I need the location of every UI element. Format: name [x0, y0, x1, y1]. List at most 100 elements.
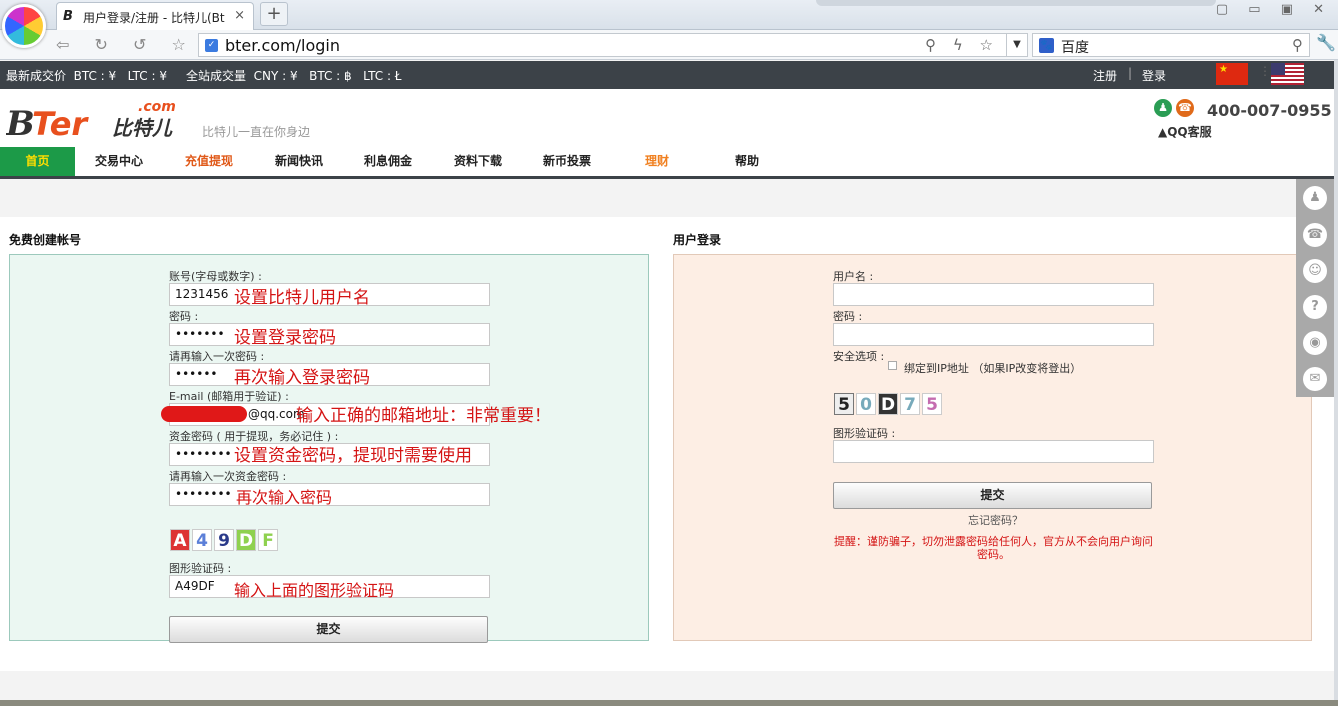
qq-service-link[interactable]: ▲QQ客服	[1158, 123, 1212, 140]
login-captcha-image[interactable]: 50D75	[834, 393, 944, 415]
price-ticker: 最新成交价 BTC : ¥ LTC : ¥ 全站成交量 CNY : ¥ BTC …	[0, 61, 1334, 89]
menu-item-news[interactable]: 新闻快讯	[262, 147, 336, 176]
login-password-label: 密码 :	[833, 310, 863, 323]
logo-cn: 比特儿	[112, 116, 173, 140]
captcha-label: 图形验证码 :	[169, 562, 232, 575]
flag-separator: ⋮	[1259, 64, 1271, 78]
login-form: 用户名 : 密码 : 安全选项 : 绑定到IP地址 （如果IP改变将登出） 50…	[673, 254, 1312, 641]
search-box[interactable]: 🐾 百度 ⚲	[1032, 33, 1310, 57]
password-annotation: 设置登录密码	[234, 328, 336, 348]
logo-com: .com	[138, 99, 176, 115]
captcha-char: 5	[834, 393, 854, 415]
fund-password2-annotation: 再次输入密码	[236, 488, 333, 507]
tabbar-decoration	[816, 0, 1216, 6]
main-content: 免费创建帐号 用户登录 账号(字母或数字) : 1231456 设置比特儿用户名…	[0, 217, 1334, 671]
captcha-char: F	[258, 529, 278, 551]
captcha-char: D	[236, 529, 256, 551]
password2-annotation: 再次输入登录密码	[234, 368, 370, 388]
login-password-input[interactable]	[833, 323, 1154, 346]
new-tab-button[interactable]: +	[260, 2, 288, 26]
email-annotation: 输入正确的邮箱地址：非常重要！	[296, 406, 551, 426]
support-icons: ♟ ☎	[1154, 99, 1198, 117]
account-label: 账号(字母或数字) :	[169, 270, 262, 283]
bind-ip-label: 绑定到IP地址 （如果IP改变将登出）	[904, 362, 1082, 375]
captcha-char: 7	[900, 393, 920, 415]
baidu-icon: 🐾	[1039, 38, 1054, 53]
qq-bell-icon[interactable]: ♟	[1154, 99, 1172, 117]
captcha-char: 5	[922, 393, 942, 415]
captcha-char: 9	[214, 529, 234, 551]
address-bar[interactable]: ✓ bter.com/login ⚲ ϟ ☆	[198, 33, 1008, 57]
menu-item-finance[interactable]: 理财	[620, 147, 694, 176]
login-captcha-label: 图形验证码 :	[833, 427, 896, 440]
phone-icon[interactable]: ☎	[1303, 223, 1327, 247]
china-flag-icon[interactable]	[1216, 63, 1248, 85]
register-title: 免费创建帐号	[9, 233, 82, 247]
shield-icon: ✓	[205, 39, 218, 52]
captcha-char: A	[170, 529, 190, 551]
fund-password-annotation: 设置资金密码，提现时需要使用	[234, 446, 472, 466]
register-link[interactable]: 注册	[1093, 67, 1117, 84]
wechat-icon[interactable]: ✉	[1303, 367, 1327, 391]
side-toolbar: ♟ ☎ ☺ ? ◉ ✉	[1296, 179, 1334, 397]
menu-item-vote[interactable]: 新币投票	[530, 147, 604, 176]
phone-icon[interactable]: ☎	[1176, 99, 1194, 117]
browser-tab-bar: B 用户登录/注册 - 比特儿(Bt × + ▢ ▭ ▣ ✕	[0, 0, 1338, 30]
captcha-annotation: 输入上面的图形验证码	[234, 581, 395, 600]
search-icon[interactable]: ⚲	[1292, 36, 1303, 54]
forgot-password-link[interactable]: 忘记密码？	[968, 512, 1023, 528]
menu-item-home[interactable]: 首页	[0, 147, 75, 176]
login-submit-button[interactable]: 提交	[833, 482, 1152, 509]
site-header: B Ter .com 比特儿 比特儿一直在你身边 ♟ ☎ 400-007-0955…	[0, 89, 1334, 147]
footer-strip	[0, 700, 1338, 706]
menu-item-trade[interactable]: 交易中心	[82, 147, 156, 176]
chevron-down-icon[interactable]: ▼	[1006, 33, 1028, 57]
hotline-number: 400-007-0955	[1207, 101, 1332, 120]
browser-logo-icon[interactable]	[2, 4, 46, 48]
ticker-text: 最新成交价 BTC : ¥ LTC : ¥ 全站成交量 CNY : ¥ BTC …	[6, 69, 402, 83]
menu-item-deposit[interactable]: 充值提现	[172, 147, 246, 176]
service-icon[interactable]: ☺	[1303, 259, 1327, 283]
tab-title: 用户登录/注册 - 比特儿(Bt	[83, 11, 225, 25]
captcha-char: 0	[856, 393, 876, 415]
address-url[interactable]: bter.com/login	[225, 36, 340, 55]
menu-item-downloads[interactable]: 资料下载	[441, 147, 515, 176]
address-actions-icon[interactable]: ⚲ ϟ ☆	[925, 36, 999, 54]
username-label: 用户名 :	[833, 270, 874, 283]
security-warning: 提醒：谨防骗子，切勿泄露密码给任何人，官方从不会向用户询问密码。	[834, 535, 1153, 561]
login-link[interactable]: 登录	[1142, 67, 1166, 84]
search-engine-label: 百度	[1061, 40, 1089, 56]
username-input[interactable]	[833, 283, 1154, 306]
logo-ter: Ter	[32, 105, 89, 143]
window-controls[interactable]: ▢ ▭ ▣ ✕	[1216, 2, 1332, 17]
register-captcha-image[interactable]: A49DF	[170, 529, 280, 551]
account-annotation: 设置比特儿用户名	[234, 288, 370, 308]
browser-nav-bar: ⇦ ↻ ↺ ☆ ⊞ ✓ bter.com/login ⚲ ϟ ☆ ▼ 🐾 百度 …	[0, 30, 1338, 60]
menu-item-help[interactable]: 帮助	[710, 147, 784, 176]
ticker-separator: |	[1128, 66, 1133, 80]
scrollbar-track[interactable]	[1334, 60, 1338, 700]
register-form: 账号(字母或数字) : 1231456 设置比特儿用户名 密码 : ••••••…	[9, 254, 649, 643]
us-flag-icon[interactable]	[1271, 63, 1304, 85]
login-captcha-input[interactable]	[833, 440, 1154, 463]
wrench-icon[interactable]: 🔧	[1316, 33, 1336, 52]
fund-password2-label: 请再输入一次资金密码 :	[169, 470, 287, 483]
help-icon[interactable]: ?	[1303, 295, 1327, 319]
brand-slogan: 比特儿一直在你身边	[202, 125, 311, 139]
redaction-mark	[161, 406, 247, 422]
password2-label: 请再输入一次密码 :	[169, 350, 265, 363]
password-label: 密码 :	[169, 310, 199, 323]
email-label: E-mail (邮箱用于验证) :	[169, 390, 289, 403]
menu-item-interest[interactable]: 利息佣金	[351, 147, 425, 176]
bter-logo[interactable]: B Ter .com 比特儿	[6, 95, 186, 143]
login-title: 用户登录	[673, 233, 722, 247]
register-submit-button[interactable]: 提交	[169, 616, 488, 643]
bter-favicon-icon: B	[63, 9, 73, 24]
tab-close-icon[interactable]: ×	[234, 8, 245, 23]
weibo-icon[interactable]: ◉	[1303, 331, 1327, 355]
security-label: 安全选项 :	[833, 350, 885, 363]
logo-b: B	[6, 104, 35, 143]
qq-icon[interactable]: ♟	[1303, 186, 1327, 210]
browser-tab[interactable]: B 用户登录/注册 - 比特儿(Bt ×	[56, 2, 254, 30]
bind-ip-checkbox[interactable]	[888, 361, 897, 370]
